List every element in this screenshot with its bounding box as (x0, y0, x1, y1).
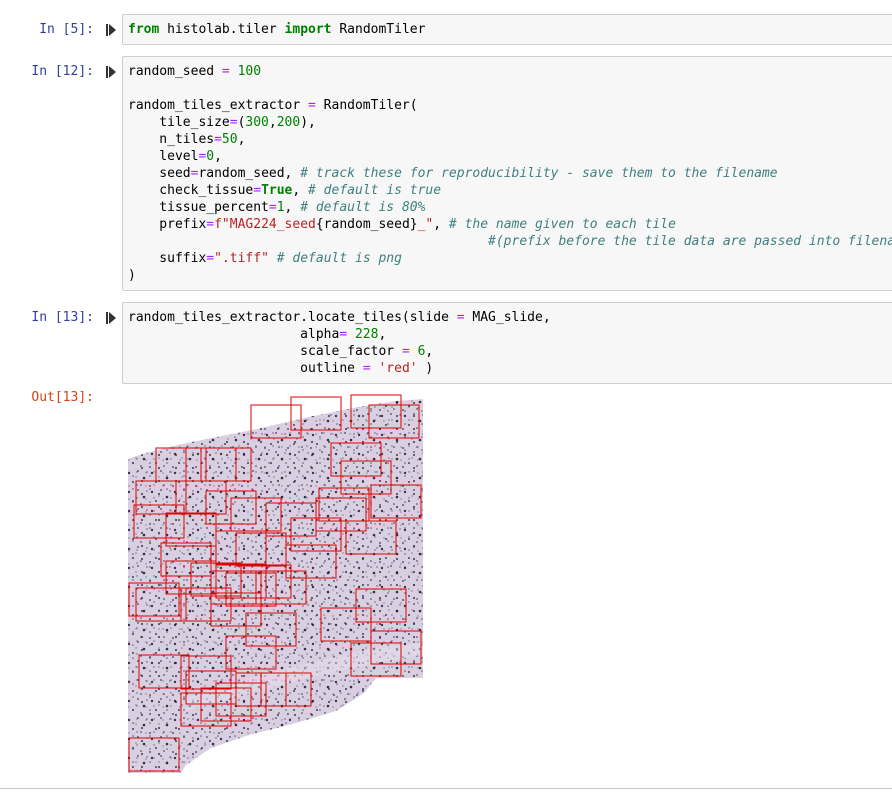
code-token: , (214, 149, 222, 164)
code-token: 200 (276, 115, 301, 130)
code-line: suffix=".tiff" # default is png (128, 250, 892, 267)
code-token: = (221, 64, 230, 79)
code-line: tile_size=(300,200), (128, 114, 892, 131)
code-token: = (253, 183, 262, 198)
code-token: tile_size (128, 115, 230, 130)
code-token: random_seed (128, 64, 222, 79)
code-token: , (378, 327, 387, 342)
code-input[interactable]: from histolab.tiler import RandomTiler (122, 14, 892, 45)
code-token: prefix (128, 217, 207, 232)
input-prompt: In [13]: (31, 310, 94, 325)
code-token: = (456, 310, 465, 325)
input-prompt: In [12]: (31, 64, 94, 79)
code-token: outline (128, 361, 363, 376)
code-token: ), (300, 115, 316, 130)
code-token: = (339, 327, 348, 342)
code-token: 'red' (378, 361, 418, 376)
code-line: seed=random_seed, # track these for repr… (128, 165, 892, 182)
code-line: random_tiles_extractor = RandomTiler( (128, 97, 892, 114)
code-line: scale_factor = 6, (128, 343, 892, 360)
code-token: 100 (237, 64, 262, 79)
code-token: , (237, 132, 246, 147)
code-token: 228 (354, 327, 379, 342)
code-token: # default is 80% (300, 200, 426, 215)
code-line: from histolab.tiler import RandomTiler (128, 21, 892, 38)
code-token: , (268, 115, 277, 130)
output-image (128, 394, 423, 773)
code-token: 50 (221, 132, 238, 147)
code-token: = (206, 251, 215, 266)
code-token: = (268, 200, 277, 215)
code-token: , (292, 183, 309, 198)
code-line: alpha= 228, (128, 326, 892, 343)
code-token: = (362, 361, 371, 376)
code-token: ) (417, 361, 434, 376)
code-token: # the name given to each tile (448, 217, 676, 232)
code-token: True (261, 183, 293, 198)
code-token: alpha (128, 327, 340, 342)
code-token: 300 (245, 115, 269, 130)
code-line: ) (128, 267, 892, 284)
code-token: MAG_slide, (464, 310, 551, 325)
page-divider (0, 788, 892, 789)
code-token: # track these for reproducibility - save… (300, 166, 778, 181)
code-token: f"MAG224_seed (214, 217, 316, 232)
code-token: 1 (276, 200, 285, 215)
code-token: RandomTiler (331, 22, 426, 37)
code-token: = (401, 344, 410, 359)
code-token: n_tiles (128, 132, 215, 147)
code-line: random_tiles_extractor.locate_tiles(slid… (128, 309, 892, 326)
code-token: histolab.tiler (159, 22, 285, 37)
code-token: # default is png (276, 251, 402, 266)
code-token: {random_seed} (315, 217, 418, 232)
input-prompt: In [5]: (39, 22, 94, 37)
code-token: = (214, 132, 222, 147)
code-token: , (284, 200, 301, 215)
run-cell-icon[interactable] (106, 24, 116, 36)
code-token: import (284, 22, 332, 37)
code-token: level (128, 149, 199, 164)
code-token: = (206, 217, 215, 232)
code-token: random_seed, (198, 166, 301, 181)
code-line: #(prefix before the tile data are passed… (128, 233, 892, 250)
code-line: outline = 'red' ) (128, 360, 892, 377)
code-token: suffix (128, 251, 207, 266)
code-token: = (229, 115, 238, 130)
code-token: scale_factor (128, 344, 402, 359)
code-input[interactable]: random_tiles_extractor.locate_tiles(slid… (122, 302, 892, 384)
code-token: seed (128, 166, 191, 181)
code-token: RandomTiler( (315, 98, 418, 113)
code-token: from (128, 22, 160, 37)
code-token: = (308, 98, 316, 113)
code-token: random_tiles_extractor (128, 98, 309, 113)
code-token: , (425, 344, 434, 359)
run-cell-icon[interactable] (106, 312, 116, 324)
code-token: 0 (206, 149, 215, 164)
code-line: prefix=f"MAG224_seed{random_seed}_", # t… (128, 216, 892, 233)
code-line: random_seed = 100 (128, 63, 892, 80)
code-token: ".tiff" (214, 251, 269, 266)
code-line: n_tiles=50, (128, 131, 892, 148)
code-token: , (433, 217, 449, 232)
run-cell-icon[interactable] (106, 66, 116, 78)
code-token: tissue_percent (128, 200, 269, 215)
code-token: #(prefix before the tile data are passed… (488, 234, 892, 249)
code-line: check_tissue=True, # default is true (128, 182, 892, 199)
code-token: # default is true (308, 183, 442, 198)
code-token: _" (417, 217, 434, 232)
code-token: random_tiles_extractor.locate_tiles(slid… (128, 310, 457, 325)
code-token: check_tissue (128, 183, 254, 198)
code-token: ) (128, 268, 136, 283)
code-input[interactable]: random_seed = 100 random_tiles_extractor… (122, 56, 892, 291)
output-prompt: Out[13]: (31, 390, 94, 405)
code-line: level=0, (128, 148, 892, 165)
code-line: tissue_percent=1, # default is 80% (128, 199, 892, 216)
